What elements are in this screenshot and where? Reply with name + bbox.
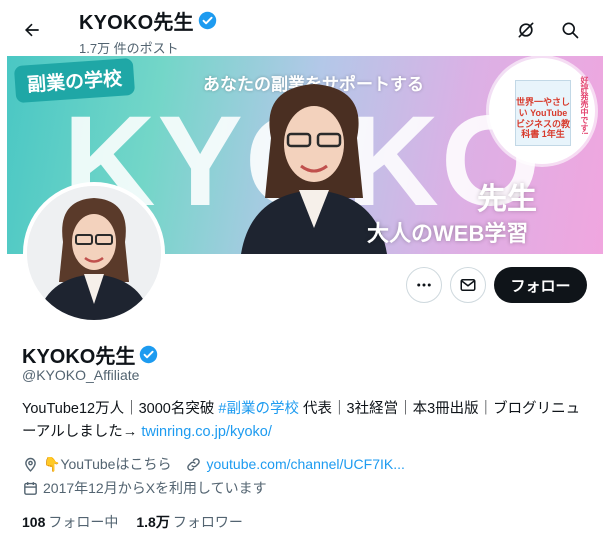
- bio-hashtag-link[interactable]: #副業の学校: [218, 401, 299, 417]
- website-item[interactable]: youtube.com/channel/UCF7IK...: [185, 456, 405, 473]
- more-options-button[interactable]: [406, 267, 442, 303]
- following-count: 108: [22, 514, 46, 530]
- profile-meta-row: 👇YouTubeはこちら youtube.com/channel/UCF7IK.…: [22, 454, 419, 474]
- book-promo-text: 好評発売中です!: [580, 76, 589, 135]
- website-link[interactable]: youtube.com/channel/UCF7IK...: [206, 456, 404, 472]
- follow-stats: 108 フォロー中 1.8万 フォロワー: [22, 512, 243, 532]
- following-label: フォロー中: [48, 514, 119, 530]
- verified-badge-icon: [198, 11, 216, 30]
- joined-item: 2017年12月からXを利用しています: [22, 478, 267, 498]
- location-text: 👇YouTubeはこちら: [43, 456, 172, 472]
- header-title-block: KYOKO先生 1.7万 件のポスト: [79, 6, 217, 57]
- search-icon: [562, 22, 579, 39]
- verified-badge-icon: [140, 345, 158, 364]
- follow-button[interactable]: フォロー: [494, 267, 587, 303]
- joined-text: 2017年12月からXを利用しています: [43, 480, 267, 496]
- bio-website-link[interactable]: twinring.co.jp/kyoko/: [141, 424, 272, 440]
- location-pin-icon: [25, 457, 36, 472]
- page-title: KYOKO先生: [79, 12, 194, 34]
- more-horizontal-icon: [417, 283, 431, 287]
- bio-text: YouTube12万人｜3000名突破: [22, 401, 219, 417]
- back-button[interactable]: [14, 12, 50, 48]
- no-notifications-icon: [518, 22, 534, 38]
- joined-row: 2017年12月からXを利用しています: [22, 478, 281, 498]
- location-item: 👇YouTubeはこちら: [22, 454, 171, 474]
- banner-sensei-text: 先生: [477, 183, 537, 216]
- envelope-icon: [460, 279, 476, 291]
- top-bar: KYOKO先生 1.7万 件のポスト: [0, 0, 607, 56]
- search-button[interactable]: [552, 12, 588, 48]
- banner-book-badge: 世界一やさしい YouTube ビジネスの教科書 1年生 好評発売中です!: [489, 58, 595, 164]
- banner-web-label: 大人のWEB学習: [367, 221, 529, 246]
- following-link[interactable]: 108 フォロー中: [22, 512, 118, 532]
- followers-label: フォロワー: [172, 514, 243, 530]
- notification-off-button[interactable]: [508, 12, 544, 48]
- profile-name-row: KYOKO先生: [22, 340, 158, 369]
- arrow-left-icon: [25, 23, 39, 37]
- avatar-portrait: [27, 186, 161, 320]
- profile-handle: @KYOKO_Affiliate: [22, 367, 140, 383]
- followers-link[interactable]: 1.8万 フォロワー: [136, 512, 242, 532]
- avatar[interactable]: [23, 182, 165, 324]
- profile-name: KYOKO先生: [22, 346, 136, 368]
- profile-bio: YouTube12万人｜3000名突破 #副業の学校 代表｜3社経営｜本3冊出版…: [22, 398, 592, 444]
- post-count: 1.7万 件のポスト: [79, 41, 179, 56]
- message-button[interactable]: [450, 267, 486, 303]
- book-cover: 世界一やさしい YouTube ビジネスの教科書 1年生: [515, 80, 571, 146]
- link-icon: [187, 457, 201, 471]
- calendar-icon: [24, 481, 37, 495]
- followers-count: 1.8万: [136, 514, 170, 530]
